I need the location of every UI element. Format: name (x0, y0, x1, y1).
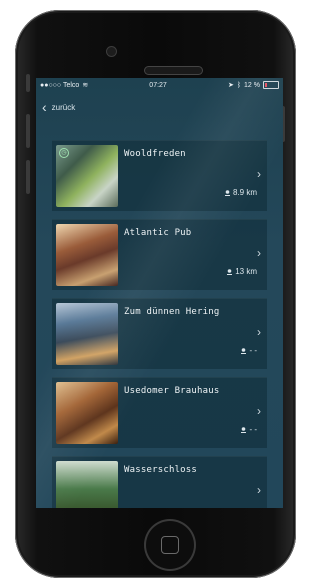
chevron-right-icon: › (257, 483, 261, 497)
open-badge-icon: ◷ (59, 148, 69, 158)
place-photo (56, 303, 118, 365)
list-item[interactable]: ◷ Wooldfreden › 8.9 km (52, 140, 267, 211)
volume-up-button (26, 114, 30, 148)
battery-icon (262, 81, 279, 89)
chevron-right-icon: › (257, 325, 261, 339)
map-pin-icon (241, 347, 247, 354)
list-item[interactable]: Wasserschloss › (52, 456, 267, 508)
chevron-right-icon: › (257, 246, 261, 260)
place-name: Wooldfreden (124, 149, 186, 159)
place-distance: - - (249, 425, 257, 434)
app-screen: ●●○○○ Telco ≋ 07:27 ➤ ᛒ 12 % ‹ zurück ◷ … (36, 78, 283, 508)
place-photo (56, 461, 118, 508)
place-photo (56, 382, 118, 444)
back-button[interactable]: zurück (52, 103, 76, 112)
bluetooth-icon: ᛒ (236, 81, 242, 89)
place-name: Usedomer Brauhaus (124, 386, 220, 396)
place-name: Atlantic Pub (124, 228, 192, 238)
list-item[interactable]: Usedomer Brauhaus › - - (52, 377, 267, 448)
place-distance: 8.9 km (232, 188, 257, 197)
back-chevron-icon[interactable]: ‹ (42, 100, 47, 114)
list-item[interactable]: Zum dünnen Hering › - - (52, 298, 267, 369)
status-time: 07:27 (149, 81, 167, 89)
volume-down-button (26, 160, 30, 194)
front-camera (107, 47, 116, 56)
map-pin-icon (241, 426, 247, 433)
battery-percent: 12 % (244, 81, 260, 89)
place-name: Zum dünnen Hering (124, 307, 220, 317)
home-button[interactable] (146, 521, 194, 569)
home-square-icon (161, 536, 179, 554)
carrier-label: ●●○○○ Telco (40, 81, 80, 89)
mute-switch (26, 74, 30, 92)
earpiece-speaker (145, 67, 202, 74)
place-photo: ◷ (56, 145, 118, 207)
map-pin-icon (227, 268, 233, 275)
location-arrow-icon: ➤ (227, 82, 234, 89)
map-pin-icon (224, 189, 230, 196)
place-distance: - - (249, 346, 257, 355)
place-name: Wasserschloss (124, 465, 198, 475)
chevron-right-icon: › (257, 404, 261, 418)
list-item[interactable]: Atlantic Pub › 13 km (52, 219, 267, 290)
place-distance: 13 km (235, 267, 257, 276)
wifi-icon: ≋ (82, 82, 89, 89)
status-bar: ●●○○○ Telco ≋ 07:27 ➤ ᛒ 12 % (36, 78, 283, 92)
places-list: ◷ Wooldfreden › 8.9 km Atlantic Pub › 13… (36, 140, 283, 508)
nav-bar: ‹ zurück (36, 92, 283, 122)
place-photo (56, 224, 118, 286)
chevron-right-icon: › (257, 167, 261, 181)
